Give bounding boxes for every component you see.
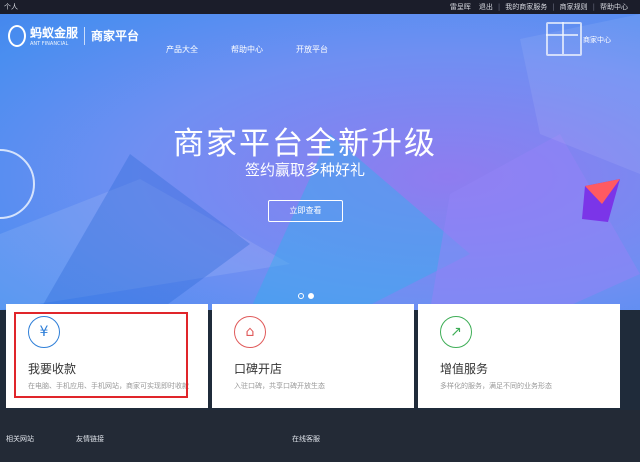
merchant-center-link[interactable]: 商家中心 [583,35,611,45]
carousel-dot-active[interactable] [308,293,314,299]
logo-brand: 蚂蚁金服 [30,26,79,40]
chart-up-icon: ↗ [440,316,472,348]
gift-icon [546,22,582,56]
personal-link[interactable]: 个人 [4,0,18,14]
nav-products[interactable]: 产品大全 [166,44,198,55]
rules-link[interactable]: 商家规则 [556,0,592,14]
carousel-dots [298,293,314,299]
logo-divider [84,26,86,45]
card-title: 口碑开店 [234,362,283,376]
card-description: 入驻口碑，共享口碑开放生态 [234,382,325,390]
hero-banner: 蚂蚁金服 ANT FINANCIAL 商家平台 产品大全 帮助中心 开放平台 商… [0,14,640,310]
view-now-button[interactable]: 立即查看 [268,200,343,222]
footer: 相关网站 友情链接 在线客服 [0,410,640,462]
shop-bag-icon: ⌂ [234,316,266,348]
ant-logo-icon [8,24,26,47]
highlight-box [14,312,188,398]
carousel-dot[interactable] [298,293,304,299]
card-value-added[interactable]: ↗ 增值服务 多样化的服务，满足不同的业务形态 [418,304,620,408]
card-koubei-shop[interactable]: ⌂ 口碑开店 入驻口碑，共享口碑开放生态 [212,304,414,408]
top-utility-bar: 个人 雷呈晖 退出 | 我的商家服务 | 商家规则 | 帮助中心 [0,0,640,14]
help-center-link[interactable]: 帮助中心 [596,0,632,14]
footer-friend-links: 友情链接 [76,435,104,443]
platform-name: 商家平台 [91,29,140,43]
banner-headline: 商家平台全新升级 [173,126,437,162]
nav-open-platform[interactable]: 开放平台 [296,44,328,55]
card-description: 多样化的服务，满足不同的业务形态 [440,382,552,390]
card-title: 增值服务 [440,362,489,376]
logout-link[interactable]: 退出 [475,0,497,14]
footer-online-support[interactable]: 在线客服 [292,434,320,444]
nav-help-center[interactable]: 帮助中心 [231,44,263,55]
logo-subtitle: ANT FINANCIAL [30,41,69,47]
footer-related-sites: 相关网站 [6,435,34,443]
banner-subline: 签约赢取多种好礼 [244,161,365,179]
main-navigation: 蚂蚁金服 ANT FINANCIAL 商家平台 产品大全 帮助中心 开放平台 商… [0,14,640,60]
logo[interactable]: 蚂蚁金服 ANT FINANCIAL 商家平台 [8,24,139,47]
my-services-link[interactable]: 我的商家服务 [501,0,551,14]
nav-links: 产品大全 帮助中心 开放平台 [166,44,328,55]
username: 雷呈晖 [449,3,471,11]
